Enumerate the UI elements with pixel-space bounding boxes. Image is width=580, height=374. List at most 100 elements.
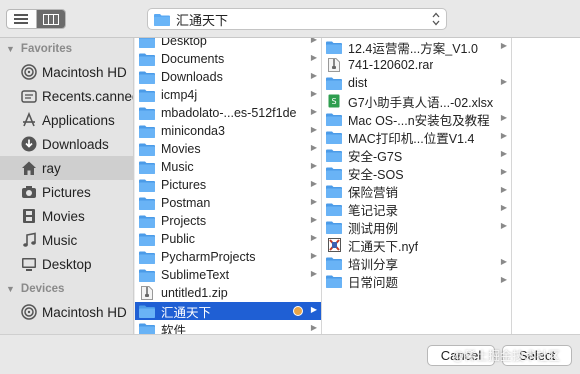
item-label: Projects — [161, 214, 207, 228]
browser-column-huitong[interactable]: 12.4运营需...方案_V1.0 ▶ 741-120602.rar dist ▶ S G7… — [322, 38, 512, 334]
sidebar-item-label: Macintosh HD — [42, 304, 127, 320]
chevron-right-icon: ▶ — [310, 89, 317, 98]
file-row[interactable]: S G7小助手真人语...-02.xlsx — [322, 92, 511, 110]
sidebar-item[interactable]: Music — [0, 228, 133, 252]
sidebar-item-label: Desktop — [42, 256, 92, 272]
bottom-bar: Cancel Select @稀土掘金技术社区 — [0, 334, 580, 374]
list-view-button[interactable] — [7, 10, 36, 28]
sidebar: ▼ Favorites Macintosh HD Recents.cannedSea… — [0, 38, 134, 334]
toolbar: 汇通天下 — [0, 0, 580, 38]
folder-row[interactable]: icmp4j ▶ — [135, 86, 321, 104]
sidebar-item-label: Downloads — [42, 136, 109, 152]
item-label: 保险营销 — [348, 185, 399, 200]
favorites-heading: Favorites — [20, 43, 73, 55]
folder-row[interactable]: miniconda3 ▶ — [135, 122, 321, 140]
item-label: 汇通天下.nyf — [348, 239, 419, 254]
camera-icon — [20, 183, 38, 201]
folder-row[interactable]: Documents ▶ — [135, 50, 321, 68]
disclosure-triangle-icon: ▼ — [6, 44, 15, 54]
chevron-right-icon: ▶ — [500, 113, 507, 122]
view-mode-control[interactable] — [6, 9, 66, 29]
column-view-button[interactable] — [35, 10, 65, 28]
location-label: 汇通天下 — [176, 12, 229, 28]
chevron-right-icon: ▶ — [500, 77, 507, 86]
location-popup[interactable]: 汇通天下 — [147, 8, 447, 30]
folder-icon — [154, 13, 170, 26]
recents-icon — [20, 87, 38, 105]
folder-row[interactable]: dist ▶ — [322, 74, 511, 92]
chevron-right-icon: ▶ — [310, 305, 317, 314]
harddisk-icon — [20, 303, 38, 321]
browser-column-home[interactable]: Desktop ▶ Documents ▶ Downloads ▶ icmp4j ▶ mbado… — [135, 38, 322, 334]
folder-icon — [326, 202, 342, 216]
cancel-button[interactable]: Cancel — [427, 345, 495, 366]
sidebar-item[interactable]: Applications — [0, 108, 133, 132]
devices-list: Macintosh HD — [0, 300, 133, 324]
file-row[interactable]: 汇通天下.nyf — [322, 236, 511, 254]
folder-row[interactable]: PycharmProjects ▶ — [135, 248, 321, 266]
folder-icon — [139, 268, 155, 282]
folder-row[interactable]: Pictures ▶ — [135, 176, 321, 194]
file-row[interactable]: untitled1.zip — [135, 284, 321, 302]
folder-row[interactable]: mbadolato-...es-512f1de ▶ — [135, 104, 321, 122]
select-button[interactable]: Select — [502, 345, 572, 366]
folder-icon — [139, 88, 155, 102]
folder-row[interactable]: SublimeText ▶ — [135, 266, 321, 284]
folder-icon — [326, 256, 342, 270]
folder-row[interactable]: Downloads ▶ — [135, 68, 321, 86]
file-row[interactable]: 741-120602.rar — [322, 56, 511, 74]
sidebar-item[interactable]: Macintosh HD — [0, 300, 133, 324]
rar-file-icon — [326, 58, 342, 72]
favorites-header[interactable]: ▼ Favorites — [0, 38, 133, 60]
chevron-right-icon: ▶ — [500, 221, 507, 230]
folder-row[interactable]: 测试用例 ▶ — [322, 218, 511, 236]
item-label: 汇通天下 — [161, 305, 212, 320]
folder-row[interactable]: 汇通天下 ▶ — [135, 302, 321, 320]
folder-row[interactable]: Public ▶ — [135, 230, 321, 248]
folder-row[interactable]: 日常问题 ▶ — [322, 272, 511, 290]
folder-row[interactable]: 保险营销 ▶ — [322, 182, 511, 200]
sidebar-item-label: Movies — [42, 208, 85, 224]
folder-row[interactable]: Music ▶ — [135, 158, 321, 176]
item-label: icmp4j — [161, 88, 198, 102]
folder-row[interactable]: 12.4运营需...方案_V1.0 ▶ — [322, 38, 511, 56]
home-icon — [20, 159, 38, 177]
item-label: MAC打印机...位置V1.4 — [348, 131, 475, 146]
sidebar-item-label: Macintosh HD — [42, 64, 127, 80]
chevron-right-icon: ▶ — [310, 179, 317, 188]
folder-row[interactable]: 软件 ▶ — [135, 320, 321, 334]
item-label: G7小助手真人语...-02.xlsx — [348, 95, 494, 110]
folder-row[interactable]: Movies ▶ — [135, 140, 321, 158]
folder-row[interactable]: 安全-G7S ▶ — [322, 146, 511, 164]
browser-column-empty[interactable] — [512, 38, 580, 334]
sidebar-item[interactable]: Movies — [0, 204, 133, 228]
folder-row[interactable]: Projects ▶ — [135, 212, 321, 230]
folder-row[interactable]: 笔记记录 ▶ — [322, 200, 511, 218]
sidebar-item[interactable]: Pictures — [0, 180, 133, 204]
chevron-right-icon: ▶ — [500, 41, 507, 50]
folder-row[interactable]: Mac OS-...n安装包及教程 ▶ — [322, 110, 511, 128]
sidebar-item[interactable]: Recents.cannedSearch — [0, 84, 133, 108]
sidebar-item[interactable]: Macintosh HD — [0, 60, 133, 84]
item-label: 测试用例 — [348, 221, 399, 236]
folder-row[interactable]: Postman ▶ — [135, 194, 321, 212]
sidebar-item[interactable]: Downloads — [0, 132, 133, 156]
folder-icon — [139, 142, 155, 156]
item-label: SublimeText — [161, 268, 230, 282]
devices-header[interactable]: ▼ Devices — [0, 278, 133, 300]
folder-row[interactable]: 安全-SOS ▶ — [322, 164, 511, 182]
popup-arrows-icon — [432, 12, 440, 26]
folder-row[interactable]: MAC打印机...位置V1.4 ▶ — [322, 128, 511, 146]
sidebar-item-label: Music — [42, 232, 78, 248]
folder-row[interactable]: 培训分享 ▶ — [322, 254, 511, 272]
chevron-right-icon: ▶ — [310, 323, 317, 332]
item-label: untitled1.zip — [161, 286, 228, 300]
sidebar-item[interactable]: Desktop — [0, 252, 133, 276]
sidebar-item-label: ray — [42, 160, 61, 176]
sidebar-item[interactable]: ray — [0, 156, 133, 180]
chevron-right-icon: ▶ — [310, 125, 317, 134]
chevron-right-icon: ▶ — [500, 203, 507, 212]
folder-row[interactable]: Desktop ▶ — [135, 38, 321, 50]
sidebar-item-label: Pictures — [42, 184, 91, 200]
chevron-right-icon: ▶ — [310, 161, 317, 170]
